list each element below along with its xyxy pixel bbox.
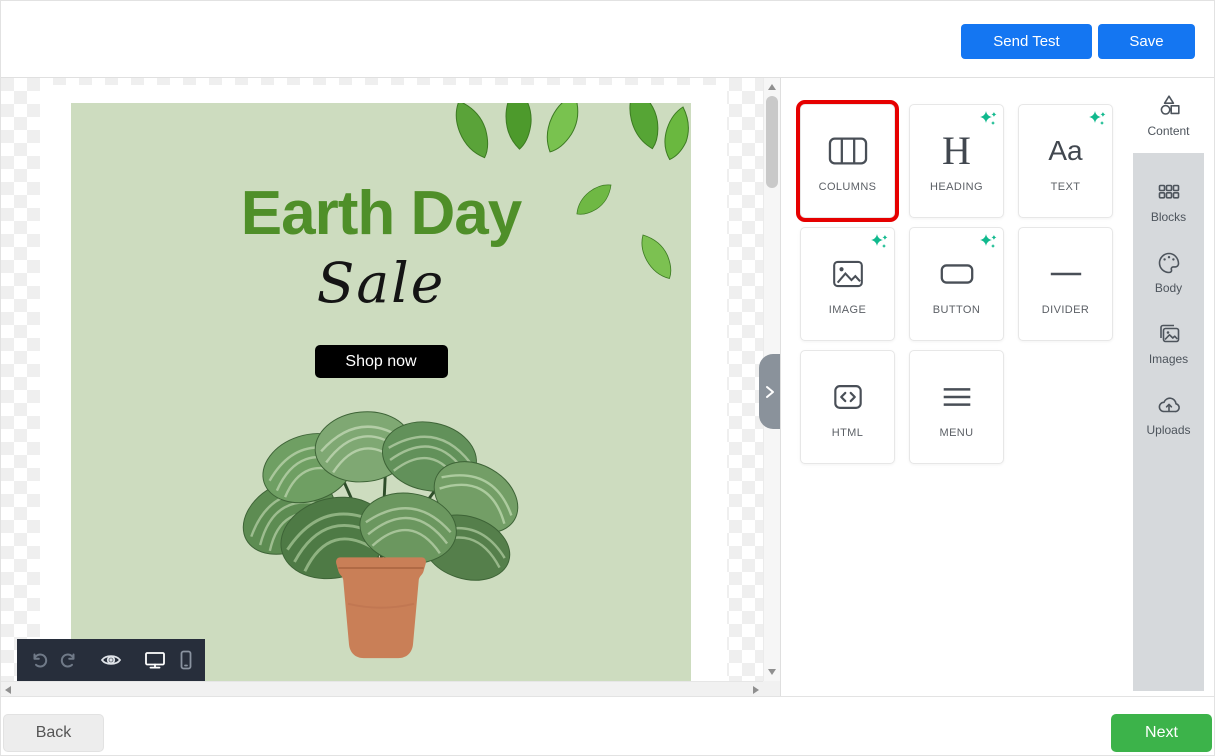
editor-tab-rail: Content Blocks Body: [1133, 78, 1204, 691]
desktop-view-icon[interactable]: [143, 648, 167, 672]
mobile-view-icon[interactable]: [177, 648, 195, 672]
bottom-bar: Back Next: [1, 696, 1214, 755]
content-shapes-icon: [1156, 93, 1182, 119]
block-tile-label: HEADING: [930, 181, 983, 193]
scroll-right-arrow-icon[interactable]: [753, 686, 759, 694]
block-tile-image[interactable]: IMAGE: [800, 227, 895, 341]
block-tile-button[interactable]: BUTTON: [909, 227, 1004, 341]
tab-label: Content: [1147, 124, 1189, 138]
panel-collapse-handle[interactable]: [759, 354, 780, 429]
image-icon: [827, 252, 869, 296]
ai-sparkle-icon: [979, 110, 997, 128]
text-icon: Aa: [1048, 129, 1082, 173]
button-icon: [934, 252, 980, 296]
tab-label: Images: [1149, 352, 1188, 366]
email-preview-canvas[interactable]: Earth Day Sale Shop now: [1, 78, 781, 698]
plant-image[interactable]: [216, 410, 546, 662]
hero-section[interactable]: Earth Day Sale Shop now: [71, 103, 691, 698]
columns-icon: [825, 129, 871, 173]
scroll-left-arrow-icon[interactable]: [5, 686, 11, 694]
block-tile-text[interactable]: Aa TEXT: [1018, 104, 1113, 218]
next-button[interactable]: Next: [1111, 714, 1212, 752]
undo-icon[interactable]: [29, 648, 49, 672]
blocks-grid-icon: [1156, 179, 1182, 205]
tab-label: Body: [1155, 281, 1182, 295]
block-tile-label: TEXT: [1051, 181, 1081, 193]
html-icon: [826, 375, 870, 419]
divider-icon: [1043, 252, 1089, 296]
preview-toolbar: [17, 639, 205, 681]
ai-sparkle-icon: [979, 233, 997, 251]
ai-sparkle-icon: [870, 233, 888, 251]
vertical-scrollbar-thumb[interactable]: [766, 96, 778, 188]
scroll-up-arrow-icon[interactable]: [768, 84, 776, 90]
block-tile-label: COLUMNS: [819, 181, 877, 193]
tab-content[interactable]: Content: [1133, 78, 1204, 153]
block-tile-label: BUTTON: [933, 304, 980, 316]
images-icon: [1156, 321, 1182, 347]
block-tile-label: DIVIDER: [1042, 304, 1089, 316]
main-area: Earth Day Sale Shop now: [1, 78, 1215, 698]
block-tile-columns[interactable]: COLUMNS: [800, 104, 895, 218]
back-button[interactable]: Back: [3, 714, 104, 752]
ai-sparkle-icon: [1088, 110, 1106, 128]
tab-label: Uploads: [1146, 423, 1190, 437]
heading-icon: H: [942, 129, 971, 173]
tab-uploads[interactable]: Uploads: [1133, 379, 1204, 450]
scroll-down-arrow-icon[interactable]: [768, 669, 776, 675]
tab-images[interactable]: Images: [1133, 308, 1204, 379]
block-tile-menu[interactable]: MENU: [909, 350, 1004, 464]
redo-icon[interactable]: [59, 648, 79, 672]
email-document[interactable]: Earth Day Sale Shop now: [40, 85, 727, 698]
block-tile-html[interactable]: HTML: [800, 350, 895, 464]
block-tile-label: IMAGE: [829, 304, 866, 316]
body-palette-icon: [1156, 250, 1182, 276]
tab-blocks[interactable]: Blocks: [1133, 166, 1204, 237]
block-tile-heading[interactable]: H HEADING: [909, 104, 1004, 218]
uploads-cloud-icon: [1156, 392, 1182, 418]
tab-body[interactable]: Body: [1133, 237, 1204, 308]
shop-now-button[interactable]: Shop now: [315, 345, 448, 378]
top-bar: Send Test Save: [1, 1, 1214, 78]
blocks-grid: COLUMNS H HEADING: [800, 104, 1113, 464]
save-button[interactable]: Save: [1098, 24, 1195, 59]
email-editor-window: Send Test Save: [0, 0, 1215, 756]
menu-icon: [934, 375, 980, 419]
content-blocks-panel: COLUMNS H HEADING: [782, 78, 1133, 698]
preview-eye-icon[interactable]: [99, 648, 123, 672]
leaves-decoration: [399, 103, 691, 293]
block-tile-label: MENU: [940, 427, 974, 439]
send-test-button[interactable]: Send Test: [961, 24, 1092, 59]
tab-label: Blocks: [1151, 210, 1186, 224]
chevron-right-icon: [763, 384, 777, 400]
block-tile-label: HTML: [832, 427, 864, 439]
block-tile-divider[interactable]: DIVIDER: [1018, 227, 1113, 341]
